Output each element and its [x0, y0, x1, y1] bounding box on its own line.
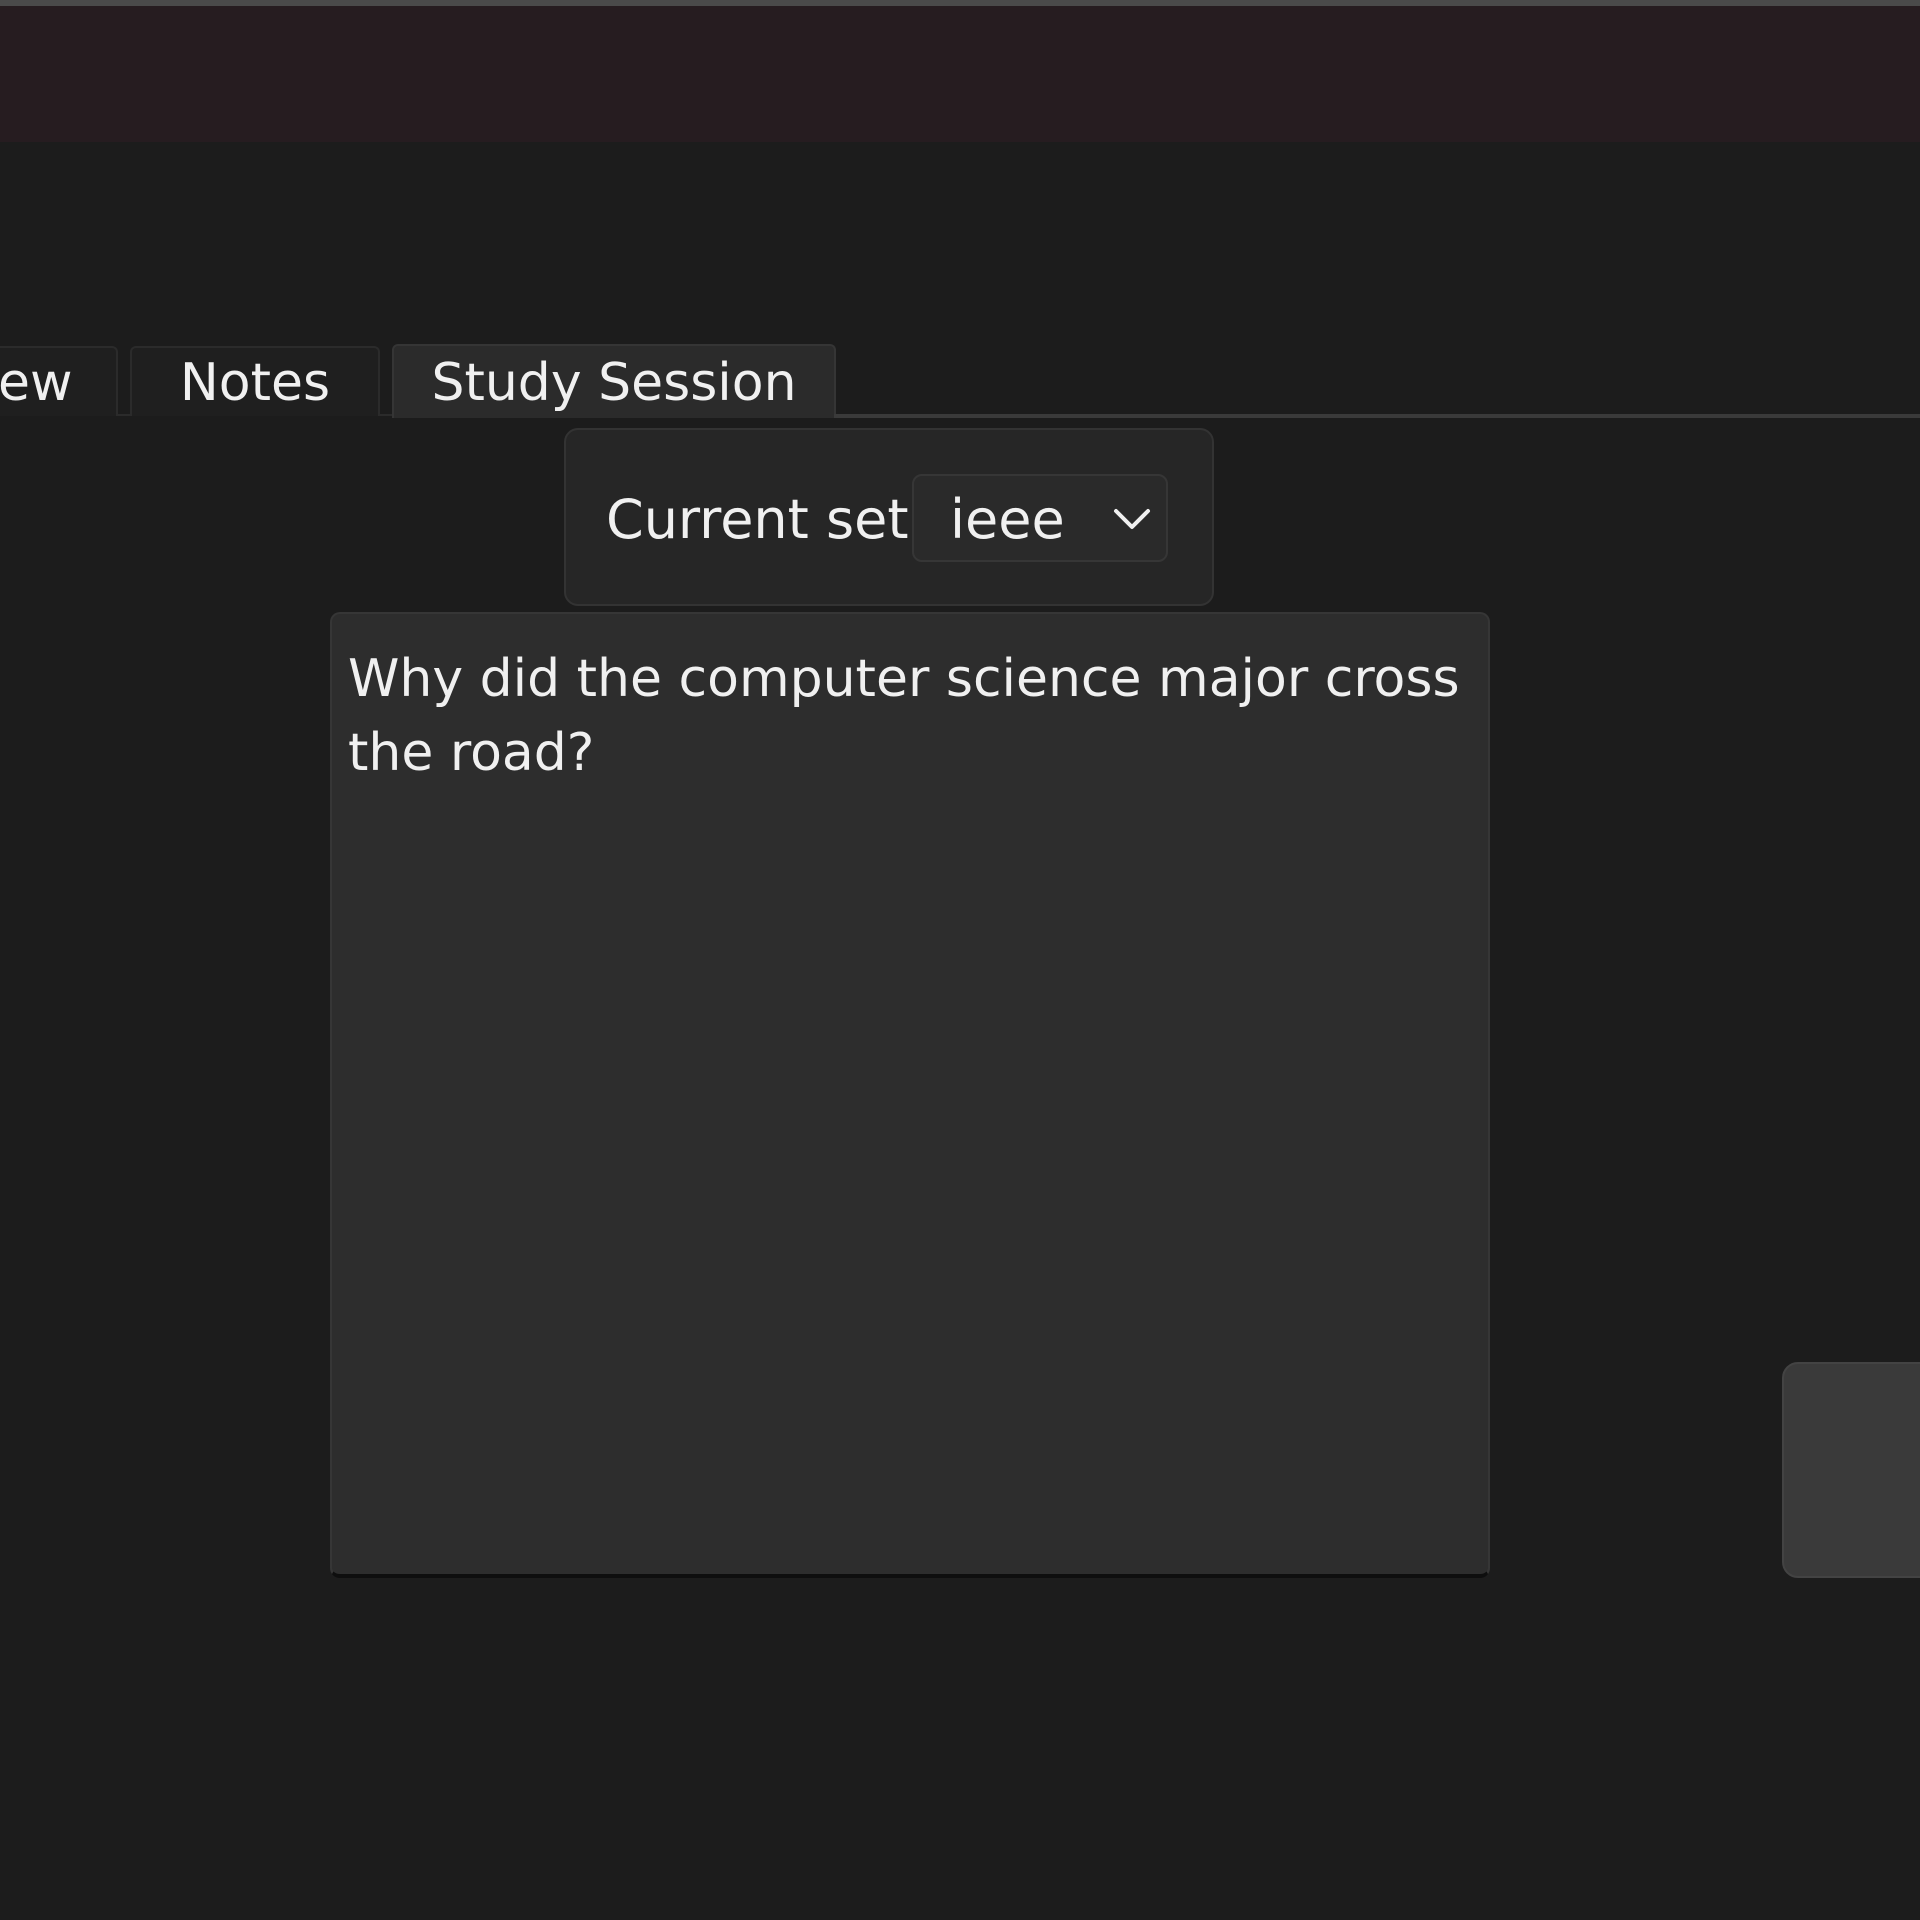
current-set-value: ieee [950, 488, 1065, 551]
chevron-down-icon [1114, 509, 1150, 529]
app-window: ew Notes Study Session Current set ieee … [0, 0, 1920, 1920]
current-set-dropdown[interactable]: ieee [912, 474, 1168, 562]
flashcard-text-area[interactable]: Why did the computer science major cross… [330, 612, 1490, 1578]
current-set-group: Current set ieee [564, 428, 1214, 606]
tab-study-session[interactable]: Study Session [392, 344, 836, 418]
side-action-button[interactable] [1782, 1362, 1920, 1578]
title-bar[interactable] [0, 6, 1920, 142]
current-set-label: Current set [606, 488, 909, 551]
tab-notes[interactable]: Notes [130, 346, 380, 416]
tab-overview[interactable]: ew [0, 346, 118, 416]
tab-strip-line [834, 414, 1920, 418]
